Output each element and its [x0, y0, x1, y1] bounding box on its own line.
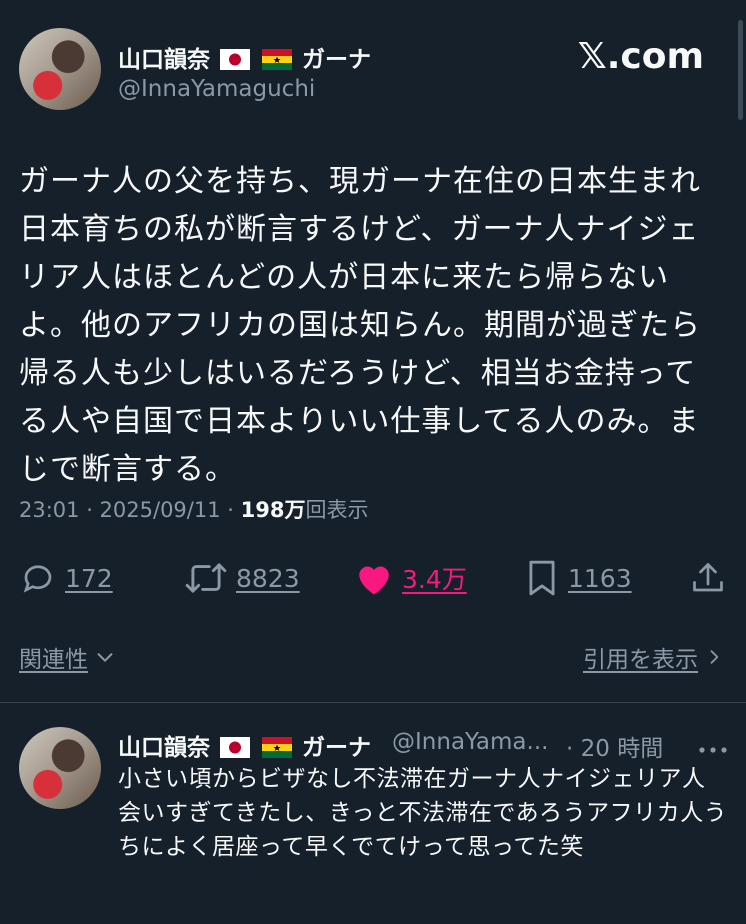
avatar[interactable]	[19, 28, 101, 110]
scrollbar[interactable]	[738, 20, 743, 120]
author-name[interactable]: 山口韻奈 ガーナ	[118, 40, 371, 74]
tweet-text: ガーナ人の父を持ち、現ガーナ在住の日本生まれ日本育ちの私が断言するけど、ガーナ人…	[19, 164, 701, 487]
bookmark-icon	[529, 560, 555, 596]
divider	[0, 702, 746, 703]
ghana-flag-icon	[262, 737, 293, 758]
reply-author-name[interactable]: 山口韻奈 ガーナ	[118, 728, 371, 762]
reply-text: 小さい頃からビザなし不法滞在ガーナ人ナイジェリア人会いすぎてきたし、きっと不法滞…	[118, 766, 728, 860]
retweet-icon	[185, 563, 227, 593]
reply-handle[interactable]: @InnaYama...	[392, 729, 548, 755]
heart-icon	[359, 566, 389, 595]
ghana-flag-icon	[262, 49, 293, 70]
japan-flag-icon	[220, 49, 251, 70]
like-button[interactable]: 3.4万	[354, 558, 467, 598]
view-count: 198万	[240, 498, 306, 522]
share-button[interactable]	[690, 558, 726, 598]
tweet-meta: 23:01 · 2025/09/11 · 198万回表示	[19, 494, 368, 524]
chevron-right-icon	[710, 650, 719, 664]
author-handle[interactable]: @InnaYamaguchi	[118, 76, 315, 102]
japan-flag-icon	[220, 737, 251, 758]
share-icon	[693, 563, 723, 592]
reply-button[interactable]: 172	[19, 558, 113, 598]
chevron-down-icon	[97, 653, 113, 662]
view-quotes-link[interactable]: 引用を表示	[583, 640, 724, 674]
timestamp[interactable]: 23:01 · 2025/09/11 ·	[19, 498, 241, 522]
related-label: 関連性	[19, 647, 88, 673]
views-label: 回表示	[305, 498, 369, 522]
like-count: 3.4万	[402, 565, 467, 594]
sort-related-button[interactable]: 関連性	[19, 640, 116, 674]
reply-icon	[23, 565, 52, 593]
bookmark-count: 1163	[568, 563, 632, 593]
retweet-button[interactable]: 8823	[184, 558, 300, 598]
quotes-label: 引用を表示	[583, 647, 698, 673]
retweet-count: 8823	[236, 563, 300, 593]
bookmark-button[interactable]: 1163	[524, 558, 632, 598]
reply-avatar[interactable]	[19, 727, 101, 809]
site-logo: 𝕏.com	[577, 36, 704, 77]
more-options-icon[interactable]	[698, 740, 728, 759]
reply-time[interactable]: · 20 時間	[566, 729, 663, 763]
reply-count: 172	[65, 563, 113, 593]
